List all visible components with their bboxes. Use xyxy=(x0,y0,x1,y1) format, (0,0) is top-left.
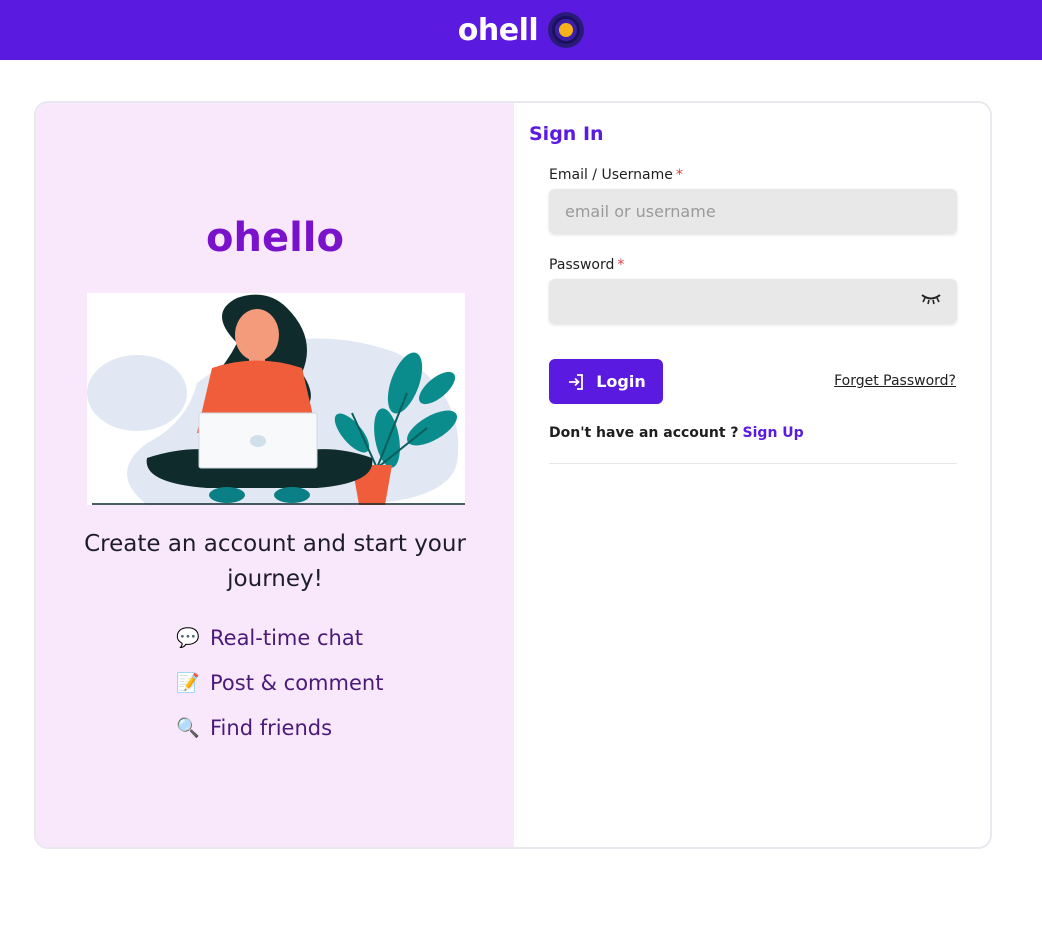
brand-name: ohell xyxy=(457,12,539,48)
feature-label: Find friends xyxy=(210,715,333,740)
password-label: Password * xyxy=(549,257,625,273)
welcome-title: ohello xyxy=(206,215,344,261)
email-label: Email / Username * xyxy=(549,167,683,183)
tagline: Create an account and start your journey… xyxy=(84,531,466,592)
no-account-text: Don't have an account ? xyxy=(549,425,739,441)
eye-closed-icon[interactable] xyxy=(919,290,943,306)
brand[interactable]: ohell xyxy=(457,12,585,48)
feature-item: 💬 Real-time chat xyxy=(176,615,383,660)
required-mark: * xyxy=(617,257,625,273)
feature-item: 📝 Post & comment xyxy=(176,660,383,705)
auth-card: ohello Create an account and start your … xyxy=(34,101,992,849)
signup-prompt: Don't have an account ? Sign Up xyxy=(549,425,804,441)
divider xyxy=(549,463,957,464)
forget-password-link[interactable]: Forget Password? xyxy=(834,373,956,389)
login-icon xyxy=(569,373,584,390)
feature-label: Real-time chat xyxy=(210,625,363,650)
welcome-panel: ohello Create an account and start your … xyxy=(36,103,514,847)
signin-title: Sign In xyxy=(529,123,604,145)
speech-bubble-icon: 💬 xyxy=(176,627,200,649)
brand-logo-icon xyxy=(548,12,585,48)
signup-link[interactable]: Sign Up xyxy=(743,425,804,441)
signin-panel: Sign In Email / Username* Password* Logi… xyxy=(514,103,990,847)
feature-list: 💬 Real-time chat 📝 Post & comment 🔍 Find… xyxy=(176,615,383,750)
login-button[interactable]: Login xyxy=(549,359,663,404)
feature-label: Post & comment xyxy=(210,670,384,695)
feature-item: 🔍 Find friends xyxy=(176,705,383,750)
magnifier-icon: 🔍 xyxy=(176,717,200,739)
top-navbar: ohell xyxy=(0,0,1042,60)
required-mark: * xyxy=(675,167,683,183)
login-label: Login xyxy=(596,372,646,391)
email-input[interactable] xyxy=(549,189,957,234)
memo-icon: 📝 xyxy=(176,672,200,694)
password-input[interactable] xyxy=(549,279,957,324)
woman-with-laptop-illustration xyxy=(87,293,465,505)
